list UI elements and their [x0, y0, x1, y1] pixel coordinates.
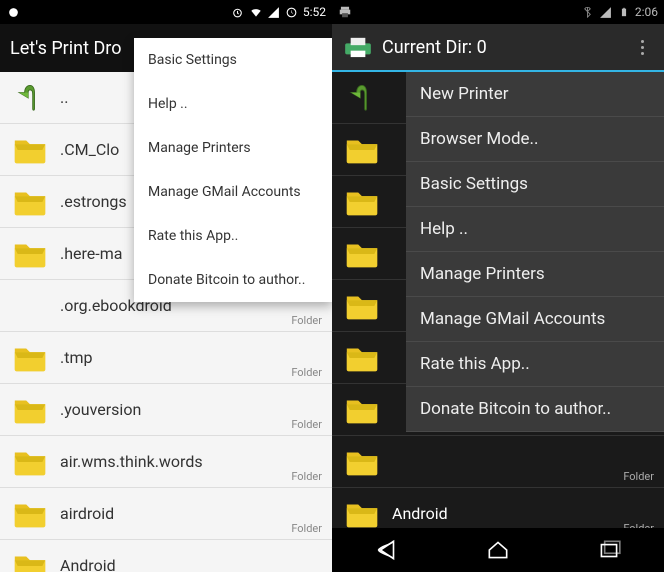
menu-item[interactable]: Basic Settings: [134, 38, 332, 82]
menu-item[interactable]: Browser Mode..: [406, 117, 664, 162]
phone-screenshot-right: 2:06 Current Dir: 0 FolderAndroidFolderA…: [332, 0, 664, 572]
folder-icon: [342, 390, 382, 430]
navigation-bar: [332, 528, 664, 572]
clock-text: 5:52: [303, 5, 326, 19]
file-row[interactable]: .tmp Folder: [0, 332, 332, 384]
menu-item[interactable]: Donate Bitcoin to author..: [406, 387, 664, 432]
up-arrow-icon: [10, 78, 50, 118]
file-name: .tmp: [60, 348, 92, 367]
folder-icon: [342, 338, 382, 378]
signal-icon: [599, 5, 613, 19]
file-row[interactable]: air.wms.think.words Folder: [0, 436, 332, 488]
file-row[interactable]: Folder: [332, 436, 664, 488]
folder-icon: [10, 182, 50, 222]
menu-item[interactable]: Rate this App..: [406, 342, 664, 387]
clock-text: 2:06: [635, 5, 658, 19]
overflow-menu: Basic SettingsHelp ..Manage PrintersMana…: [134, 38, 332, 302]
alarm-icon: [231, 5, 245, 19]
folder-icon: [342, 234, 382, 274]
folder-icon: [10, 442, 50, 482]
menu-item[interactable]: Donate Bitcoin to author..: [134, 258, 332, 302]
file-name: .estrongs: [60, 192, 127, 211]
status-bar: 5:52: [0, 0, 332, 24]
home-button[interactable]: [484, 536, 512, 564]
folder-icon: [342, 182, 382, 222]
menu-item[interactable]: Manage GMail Accounts: [406, 297, 664, 342]
menu-item[interactable]: Help ..: [134, 82, 332, 126]
menu-item[interactable]: Manage GMail Accounts: [134, 170, 332, 214]
file-row[interactable]: .youversion Folder: [0, 384, 332, 436]
battery-icon: [617, 5, 631, 19]
file-name: air.wms.think.words: [60, 452, 203, 471]
file-row[interactable]: AndroidFolder: [0, 540, 332, 572]
printer-icon: [342, 35, 374, 59]
file-type-label: Folder: [291, 470, 322, 483]
bluetooth-icon: [581, 5, 595, 19]
folder-icon: [342, 286, 382, 326]
file-name: Android: [392, 504, 448, 523]
file-type-label: Folder: [291, 366, 322, 379]
file-type-label: Folder: [291, 418, 322, 431]
folder-icon: [10, 234, 50, 274]
file-name: airdroid: [60, 504, 114, 523]
file-type-label: Folder: [623, 470, 654, 483]
status-bar: 2:06: [332, 0, 664, 24]
menu-item[interactable]: Basic Settings: [406, 162, 664, 207]
back-button[interactable]: [373, 536, 401, 564]
overflow-button[interactable]: [630, 40, 654, 55]
folder-icon: [10, 286, 50, 326]
folder-icon: [10, 494, 50, 534]
signal-icon: [267, 5, 281, 19]
file-name: Android: [60, 556, 116, 572]
print-icon: [338, 5, 352, 19]
app-title: Let's Print Dro: [10, 38, 121, 59]
file-type-label: Folder: [291, 314, 322, 327]
wifi-icon: [249, 5, 263, 19]
folder-icon: [10, 338, 50, 378]
folder-icon: [342, 442, 382, 482]
menu-item[interactable]: Help ..: [406, 207, 664, 252]
menu-item[interactable]: Manage Printers: [406, 252, 664, 297]
folder-icon: [10, 546, 50, 572]
folder-icon: [10, 390, 50, 430]
folder-icon: [342, 130, 382, 170]
menu-item[interactable]: New Printer: [406, 72, 664, 117]
folder-icon: [10, 130, 50, 170]
action-bar: Current Dir: 0: [332, 24, 664, 72]
file-name: ..: [60, 88, 68, 107]
app-title: Current Dir: 0: [382, 37, 487, 58]
up-arrow-icon: [342, 78, 382, 118]
file-type-label: Folder: [291, 522, 322, 535]
file-name: .CM_Clo: [60, 140, 119, 159]
notification-icon: [6, 5, 20, 19]
file-name: .here-ma: [60, 244, 122, 263]
menu-item[interactable]: Manage Printers: [134, 126, 332, 170]
file-name: .youversion: [60, 400, 141, 419]
phone-screenshot-left: 5:52 Let's Print Dro .. .CM_Clo .estrongs.…: [0, 0, 332, 572]
recents-button[interactable]: [595, 536, 623, 564]
overflow-menu: New PrinterBrowser Mode..Basic SettingsH…: [406, 72, 664, 432]
menu-item[interactable]: Rate this App..: [134, 214, 332, 258]
file-row[interactable]: airdroid Folder: [0, 488, 332, 540]
sync-icon: [285, 5, 299, 19]
